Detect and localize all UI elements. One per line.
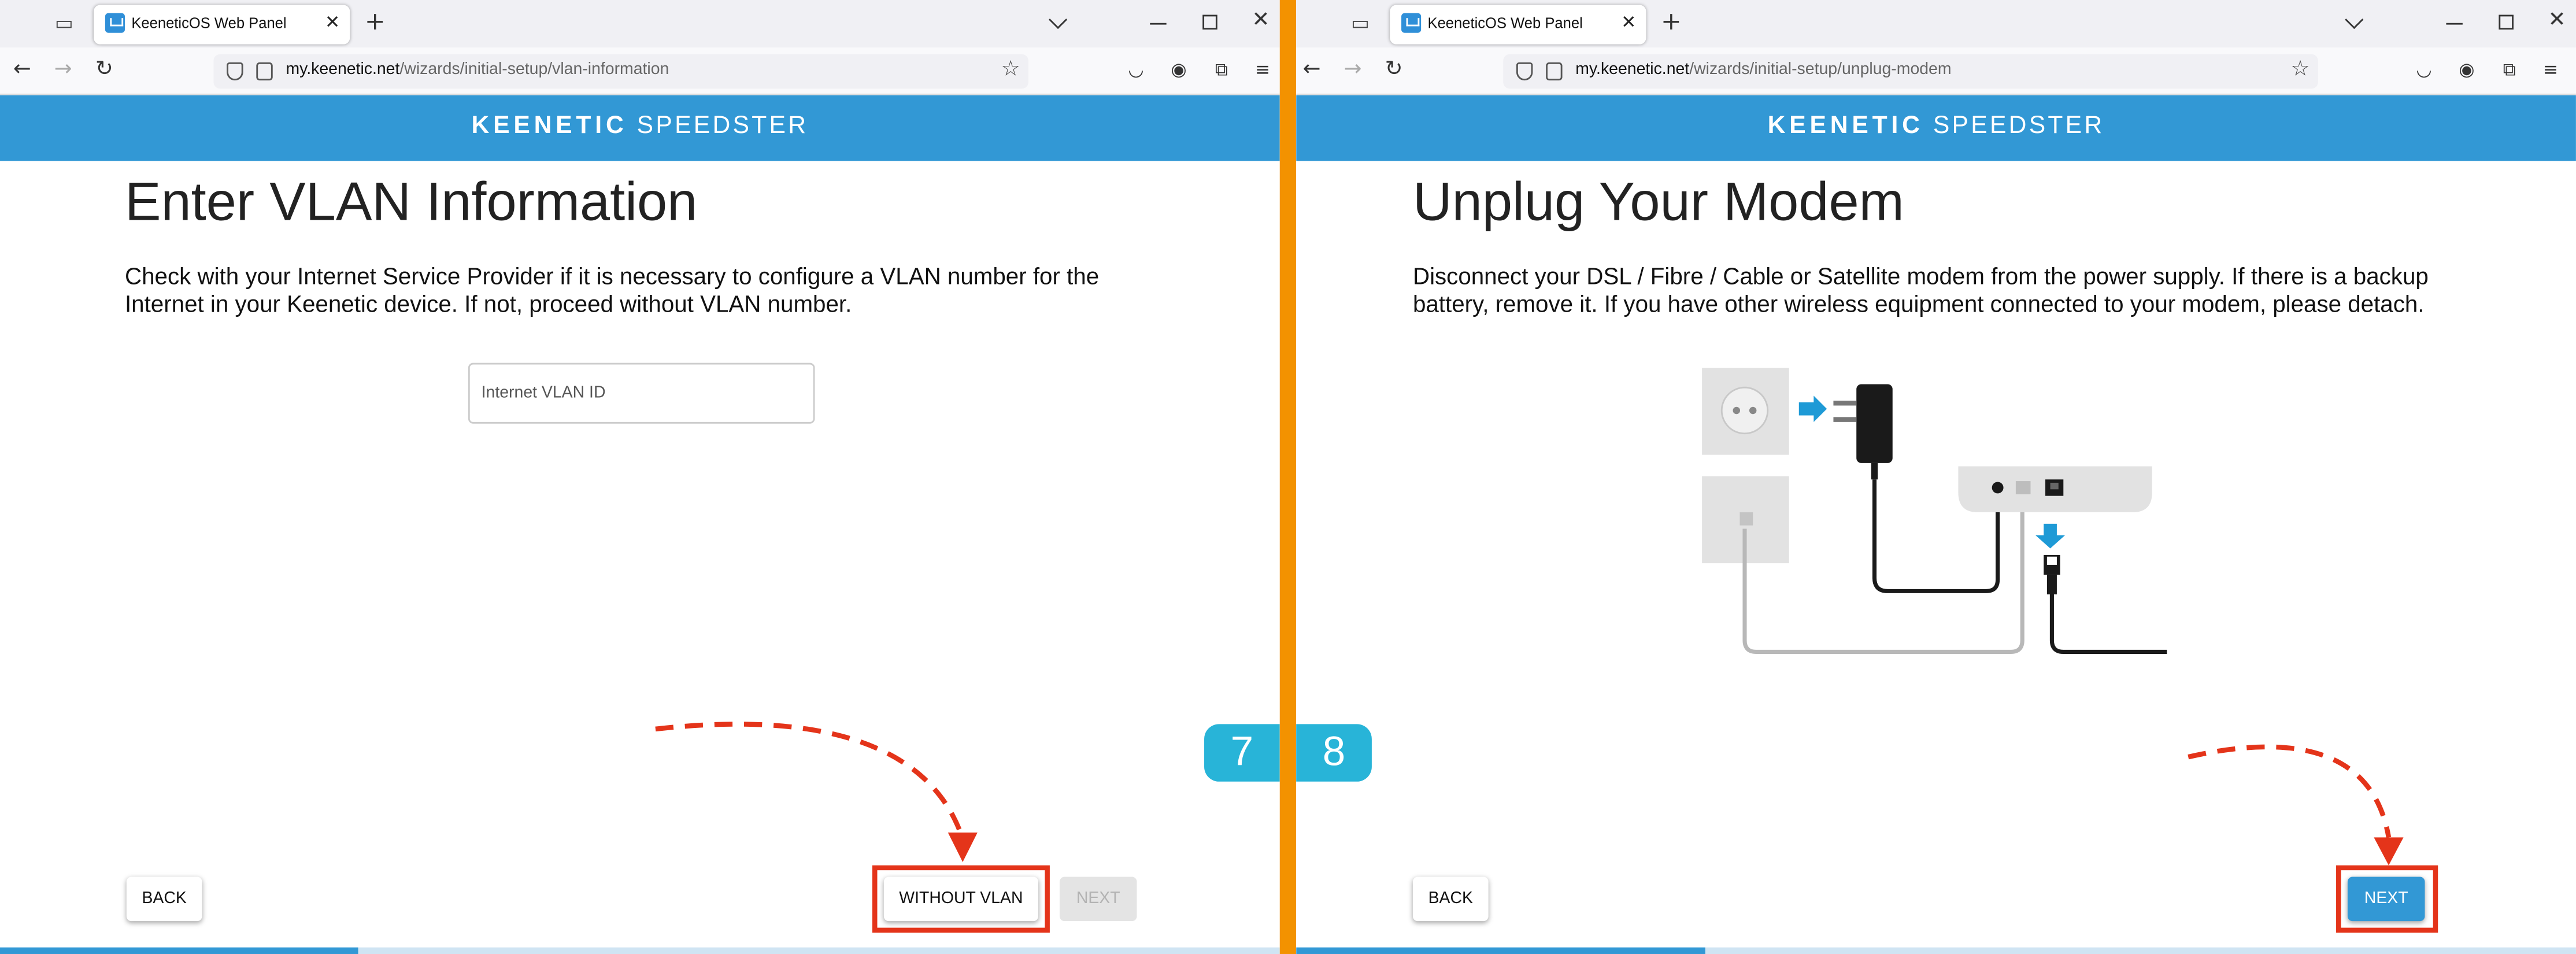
step-number-badge: 7	[1204, 724, 1280, 782]
browser-window-right: ▭ KeeneticOS Web Panel ✕ + ✕ ← → ↻ my.ke…	[1296, 0, 2576, 954]
back-button[interactable]: BACK	[126, 877, 202, 922]
annotation-arrow	[655, 722, 978, 862]
progress-fill	[1296, 947, 1706, 954]
next-button[interactable]: NEXT	[2347, 877, 2425, 922]
progress-track	[0, 947, 1280, 954]
next-button-disabled[interactable]: NEXT	[1059, 877, 1137, 922]
annotation-arrow	[2188, 744, 2404, 866]
progress-track	[1296, 947, 2576, 954]
back-button[interactable]: BACK	[1412, 877, 1489, 922]
step-number-badge: 8	[1296, 724, 1372, 782]
progress-fill	[0, 947, 358, 954]
divider	[1279, 0, 1297, 954]
browser-window-left: ▭ KeeneticOS Web Panel ✕ + ✕ ← → ↻ my.ke…	[0, 0, 1280, 954]
without-vlan-button[interactable]: WITHOUT VLAN	[883, 877, 1039, 922]
